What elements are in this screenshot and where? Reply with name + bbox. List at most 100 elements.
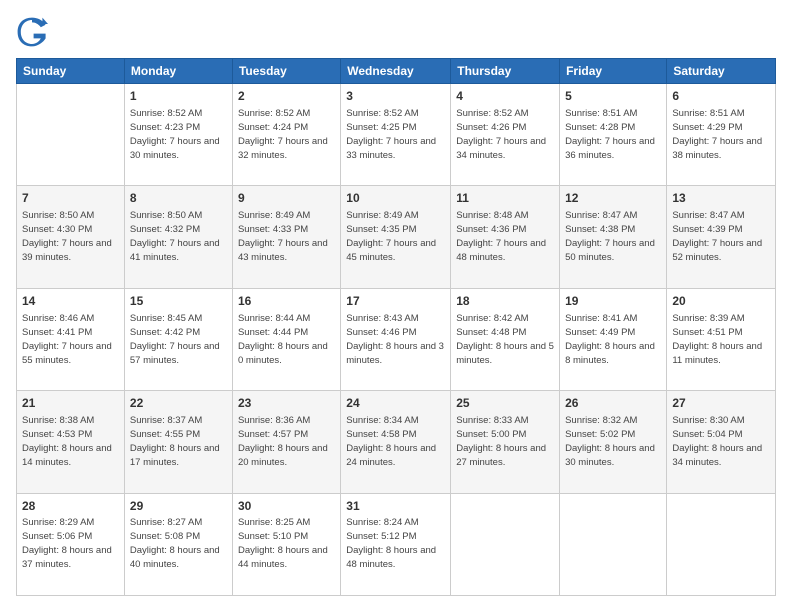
day-cell: [17, 84, 125, 186]
day-cell: 30 Sunrise: 8:25 AMSunset: 5:10 PMDayligh…: [232, 493, 340, 595]
calendar-header: SundayMondayTuesdayWednesdayThursdayFrid…: [17, 59, 776, 84]
week-row-4: 28 Sunrise: 8:29 AMSunset: 5:06 PMDayligh…: [17, 493, 776, 595]
day-info: Sunrise: 8:52 AMSunset: 4:25 PMDaylight:…: [346, 108, 436, 161]
day-number: 9: [238, 190, 335, 207]
day-number: 15: [130, 293, 227, 310]
day-info: Sunrise: 8:24 AMSunset: 5:12 PMDaylight:…: [346, 517, 436, 570]
day-info: Sunrise: 8:52 AMSunset: 4:23 PMDaylight:…: [130, 108, 220, 161]
header-row: SundayMondayTuesdayWednesdayThursdayFrid…: [17, 59, 776, 84]
calendar-table: SundayMondayTuesdayWednesdayThursdayFrid…: [16, 58, 776, 596]
day-cell: 15Sunrise: 8:45 AMSunset: 4:42 PMDayligh…: [124, 288, 232, 390]
day-info: Sunrise: 8:49 AMSunset: 4:35 PMDaylight:…: [346, 210, 436, 263]
page: SundayMondayTuesdayWednesdayThursdayFrid…: [0, 0, 792, 612]
day-cell: 13 Sunrise: 8:47 AMSunset: 4:39 PMDayligh…: [667, 186, 776, 288]
day-info: Sunrise: 8:50 AMSunset: 4:30 PMDaylight:…: [22, 210, 112, 263]
day-info: Sunrise: 8:41 AMSunset: 4:49 PMDaylight:…: [565, 313, 655, 366]
day-info: Sunrise: 8:42 AMSunset: 4:48 PMDaylight:…: [456, 313, 554, 366]
day-number: 14: [22, 293, 119, 310]
calendar-body: 1 Sunrise: 8:52 AMSunset: 4:23 PMDaylight…: [17, 84, 776, 596]
day-info: Sunrise: 8:27 AMSunset: 5:08 PMDaylight:…: [130, 517, 220, 570]
day-header-monday: Monday: [124, 59, 232, 84]
logo: [16, 16, 52, 48]
day-cell: 25Sunrise: 8:33 AMSunset: 5:00 PMDayligh…: [451, 391, 560, 493]
day-info: Sunrise: 8:29 AMSunset: 5:06 PMDaylight:…: [22, 517, 112, 570]
day-info: Sunrise: 8:30 AMSunset: 5:04 PMDaylight:…: [672, 415, 762, 468]
day-cell: 16Sunrise: 8:44 AMSunset: 4:44 PMDayligh…: [232, 288, 340, 390]
day-cell: 4 Sunrise: 8:52 AMSunset: 4:26 PMDaylight…: [451, 84, 560, 186]
day-cell: 27 Sunrise: 8:30 AMSunset: 5:04 PMDayligh…: [667, 391, 776, 493]
day-number: 3: [346, 88, 445, 105]
day-cell: 17 Sunrise: 8:43 AMSunset: 4:46 PMDayligh…: [341, 288, 451, 390]
day-number: 8: [130, 190, 227, 207]
day-cell: 1 Sunrise: 8:52 AMSunset: 4:23 PMDaylight…: [124, 84, 232, 186]
week-row-1: 7 Sunrise: 8:50 AMSunset: 4:30 PMDaylight…: [17, 186, 776, 288]
day-cell: [560, 493, 667, 595]
day-cell: 5Sunrise: 8:51 AMSunset: 4:28 PMDaylight…: [560, 84, 667, 186]
day-info: Sunrise: 8:44 AMSunset: 4:44 PMDaylight:…: [238, 313, 328, 366]
week-row-3: 21 Sunrise: 8:38 AMSunset: 4:53 PMDayligh…: [17, 391, 776, 493]
day-number: 10: [346, 190, 445, 207]
day-number: 17: [346, 293, 445, 310]
day-info: Sunrise: 8:32 AMSunset: 5:02 PMDaylight:…: [565, 415, 655, 468]
day-cell: 2 Sunrise: 8:52 AMSunset: 4:24 PMDaylight…: [232, 84, 340, 186]
day-header-friday: Friday: [560, 59, 667, 84]
day-info: Sunrise: 8:51 AMSunset: 4:29 PMDaylight:…: [672, 108, 762, 161]
day-info: Sunrise: 8:48 AMSunset: 4:36 PMDaylight:…: [456, 210, 546, 263]
week-row-0: 1 Sunrise: 8:52 AMSunset: 4:23 PMDaylight…: [17, 84, 776, 186]
day-number: 4: [456, 88, 554, 105]
day-number: 30: [238, 498, 335, 515]
day-info: Sunrise: 8:47 AMSunset: 4:38 PMDaylight:…: [565, 210, 655, 263]
day-header-sunday: Sunday: [17, 59, 125, 84]
day-number: 29: [130, 498, 227, 515]
day-info: Sunrise: 8:52 AMSunset: 4:24 PMDaylight:…: [238, 108, 328, 161]
day-info: Sunrise: 8:39 AMSunset: 4:51 PMDaylight:…: [672, 313, 762, 366]
day-number: 23: [238, 395, 335, 412]
day-number: 2: [238, 88, 335, 105]
day-cell: 6 Sunrise: 8:51 AMSunset: 4:29 PMDaylight…: [667, 84, 776, 186]
day-number: 6: [672, 88, 770, 105]
day-cell: 10 Sunrise: 8:49 AMSunset: 4:35 PMDayligh…: [341, 186, 451, 288]
day-cell: [667, 493, 776, 595]
day-cell: 8 Sunrise: 8:50 AMSunset: 4:32 PMDaylight…: [124, 186, 232, 288]
day-cell: 7 Sunrise: 8:50 AMSunset: 4:30 PMDaylight…: [17, 186, 125, 288]
day-number: 31: [346, 498, 445, 515]
day-number: 12: [565, 190, 661, 207]
logo-icon: [16, 16, 48, 48]
header: [16, 16, 776, 48]
day-cell: 23 Sunrise: 8:36 AMSunset: 4:57 PMDayligh…: [232, 391, 340, 493]
day-cell: 14 Sunrise: 8:46 AMSunset: 4:41 PMDayligh…: [17, 288, 125, 390]
day-cell: 11 Sunrise: 8:48 AMSunset: 4:36 PMDayligh…: [451, 186, 560, 288]
day-info: Sunrise: 8:25 AMSunset: 5:10 PMDaylight:…: [238, 517, 328, 570]
day-cell: 28 Sunrise: 8:29 AMSunset: 5:06 PMDayligh…: [17, 493, 125, 595]
day-cell: 22Sunrise: 8:37 AMSunset: 4:55 PMDayligh…: [124, 391, 232, 493]
day-info: Sunrise: 8:38 AMSunset: 4:53 PMDaylight:…: [22, 415, 112, 468]
day-number: 11: [456, 190, 554, 207]
day-number: 13: [672, 190, 770, 207]
day-number: 19: [565, 293, 661, 310]
day-cell: 31 Sunrise: 8:24 AMSunset: 5:12 PMDayligh…: [341, 493, 451, 595]
day-info: Sunrise: 8:33 AMSunset: 5:00 PMDaylight:…: [456, 415, 546, 468]
day-cell: [451, 493, 560, 595]
day-info: Sunrise: 8:47 AMSunset: 4:39 PMDaylight:…: [672, 210, 762, 263]
day-info: Sunrise: 8:46 AMSunset: 4:41 PMDaylight:…: [22, 313, 112, 366]
day-header-tuesday: Tuesday: [232, 59, 340, 84]
day-number: 24: [346, 395, 445, 412]
day-info: Sunrise: 8:49 AMSunset: 4:33 PMDaylight:…: [238, 210, 328, 263]
day-info: Sunrise: 8:50 AMSunset: 4:32 PMDaylight:…: [130, 210, 220, 263]
day-cell: 3 Sunrise: 8:52 AMSunset: 4:25 PMDaylight…: [341, 84, 451, 186]
day-cell: 26 Sunrise: 8:32 AMSunset: 5:02 PMDayligh…: [560, 391, 667, 493]
day-info: Sunrise: 8:43 AMSunset: 4:46 PMDaylight:…: [346, 313, 444, 366]
day-number: 27: [672, 395, 770, 412]
day-cell: 12 Sunrise: 8:47 AMSunset: 4:38 PMDayligh…: [560, 186, 667, 288]
day-number: 20: [672, 293, 770, 310]
day-number: 28: [22, 498, 119, 515]
day-number: 26: [565, 395, 661, 412]
day-number: 7: [22, 190, 119, 207]
day-cell: 24 Sunrise: 8:34 AMSunset: 4:58 PMDayligh…: [341, 391, 451, 493]
day-info: Sunrise: 8:36 AMSunset: 4:57 PMDaylight:…: [238, 415, 328, 468]
day-number: 21: [22, 395, 119, 412]
day-number: 1: [130, 88, 227, 105]
day-cell: 18Sunrise: 8:42 AMSunset: 4:48 PMDayligh…: [451, 288, 560, 390]
day-info: Sunrise: 8:52 AMSunset: 4:26 PMDaylight:…: [456, 108, 546, 161]
day-info: Sunrise: 8:34 AMSunset: 4:58 PMDaylight:…: [346, 415, 436, 468]
